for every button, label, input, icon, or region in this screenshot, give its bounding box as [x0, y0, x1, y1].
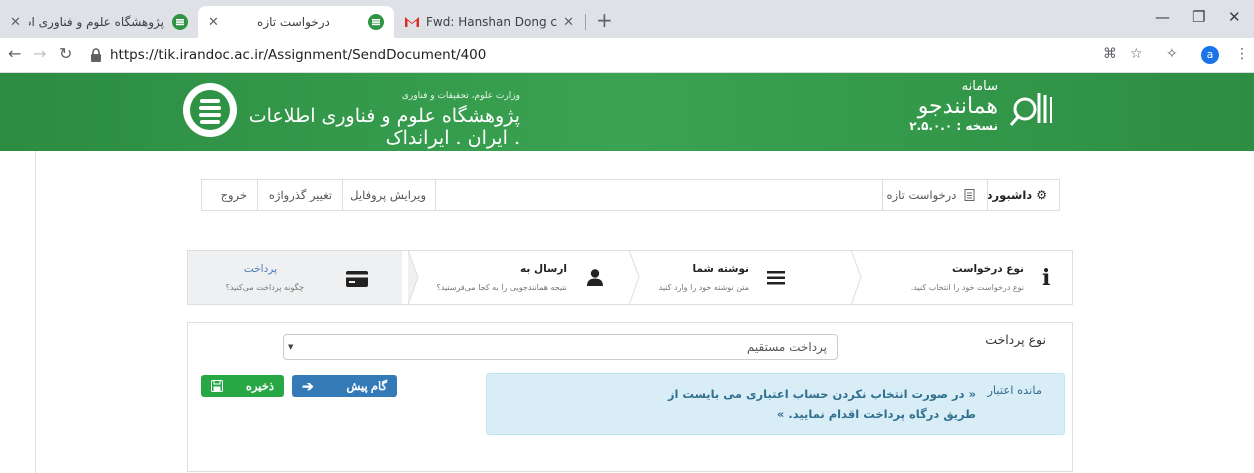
step-divider-chevron: [407, 250, 419, 305]
address-bar[interactable]: https://tik.irandoc.ac.ir/Assignment/Sen…: [90, 43, 486, 67]
next-step-label: گام پیش: [346, 381, 387, 393]
nav-edit-profile[interactable]: ویرایش پروفایل: [350, 180, 426, 210]
step-request-type[interactable]: i نوع درخواست نوع درخواست خود را انتخاب …: [852, 251, 1072, 304]
maximize-button[interactable]: ❐: [1192, 8, 1205, 26]
site-banner: وزارت علوم، تحقیقات و فناوری پژوهشگاه عل…: [0, 73, 1254, 151]
dropdown-arrow-icon: ▼: [288, 343, 294, 351]
tab-separator: [585, 14, 586, 30]
payment-type-label: نوع پرداخت: [985, 332, 1046, 347]
translate-icon[interactable]: ⌘: [1103, 46, 1117, 62]
step-title: نوع درخواست: [952, 263, 1024, 275]
dashboard-icon: ⚙: [1036, 188, 1047, 202]
floppy-disk-icon: [211, 380, 223, 392]
reload-icon[interactable]: ↻: [59, 44, 72, 63]
save-button[interactable]: ذخیره: [201, 375, 284, 397]
irandoc-favicon-icon: [368, 14, 384, 30]
nav-new-request-label: درخواست تازه: [886, 188, 957, 202]
save-label: ذخیره: [245, 381, 274, 393]
back-arrow-icon[interactable]: ←: [8, 44, 21, 63]
user-icon: [587, 269, 603, 286]
lock-icon: [91, 48, 101, 62]
step-title: پرداخت: [243, 263, 277, 275]
irandoc-favicon-icon: [172, 14, 188, 30]
gmail-icon: [405, 17, 419, 27]
step-description: نتیجه همانندجویی را به کجا می‌فرستید؟: [436, 283, 568, 292]
step-payment[interactable]: پرداخت چگونه پرداخت می‌کنید؟: [188, 251, 402, 304]
profile-avatar[interactable]: a: [1201, 46, 1219, 64]
browser-tab-gmail[interactable]: Fwd: Hanshan Dong confirmed a ✕: [394, 6, 584, 38]
nav-logout[interactable]: خروج: [221, 180, 247, 210]
ministry-text: وزارت علوم، تحقیقات و فناوری: [401, 91, 520, 101]
url-text: https://tik.irandoc.ac.ir/Assignment/Sen…: [110, 47, 487, 63]
close-tab-icon[interactable]: ✕: [208, 15, 219, 30]
step-send-to[interactable]: ارسال به نتیجه همانندجویی را به کجا می‌ف…: [409, 251, 627, 304]
menu-divider: [987, 180, 988, 210]
document-icon: [964, 189, 975, 201]
browser-tab-new-request[interactable]: درخواست تازه ✕: [198, 6, 394, 38]
tab-title: درخواست تازه: [257, 15, 330, 29]
institute-title: وزارت علوم، تحقیقات و فناوری پژوهشگاه عل…: [240, 91, 520, 149]
step-title: ارسال به: [520, 263, 567, 275]
lines-menu-icon: [767, 271, 785, 285]
browser-tab-irandoc[interactable]: پژوهشگاه علوم و فناوری اطلاعات | ✕: [0, 6, 198, 38]
hamanandjoo-logo-icon: [1009, 93, 1052, 126]
nav-change-password[interactable]: تغییر گذرواژه: [269, 180, 332, 210]
system-title: سامانه همانندجو نسخه : ۲.۵.۰.۰: [898, 79, 998, 133]
next-step-button[interactable]: گام پیش ➔: [292, 375, 397, 397]
browser-tab-bar: پژوهشگاه علوم و فناوری اطلاعات | ✕ درخوا…: [0, 0, 1254, 38]
close-tab-icon[interactable]: ✕: [10, 15, 21, 30]
payment-type-value: پرداخت مستقیم: [746, 340, 827, 354]
menu-divider: [435, 180, 436, 210]
credit-card-icon: [346, 271, 368, 287]
step-description: نوع درخواست خود را انتخاب کنید.: [910, 283, 1024, 292]
menu-divider: [257, 180, 258, 210]
nav-dashboard-label: داشبورد: [986, 188, 1033, 202]
page-left-border: [35, 151, 36, 473]
version-text: نسخه : ۲.۵.۰.۰: [909, 119, 998, 133]
close-window-button[interactable]: ✕: [1228, 8, 1241, 26]
minimize-button[interactable]: —: [1155, 8, 1170, 26]
extension-icon[interactable]: ✧: [1166, 46, 1178, 62]
institute-name: پژوهشگاه علوم و فناوری اطلاعات ایران . ا…: [248, 105, 520, 149]
alert-text: « در صورت انتخاب نکردن حساب اعتباری می ب…: [667, 387, 976, 421]
payment-type-select[interactable]: پرداخت مستقیم ▼: [283, 334, 838, 360]
nav-new-request[interactable]: درخواست تازه: [887, 180, 975, 210]
wizard-steps: i نوع درخواست نوع درخواست خود را انتخاب …: [187, 250, 1073, 305]
new-tab-button[interactable]: +: [596, 8, 613, 32]
system-name: همانندجو: [917, 94, 998, 119]
step-description: متن نوشته خود را وارد کنید: [658, 283, 749, 292]
menu-divider: [882, 180, 883, 210]
info-icon: i: [1042, 265, 1051, 291]
credit-balance-label: مانده اعتبار: [987, 383, 1042, 397]
close-tab-icon[interactable]: ✕: [563, 15, 574, 30]
step-description: چگونه پرداخت می‌کنید؟: [225, 283, 304, 292]
irandoc-logo-icon[interactable]: [183, 83, 237, 137]
tab-title: پژوهشگاه علوم و فناوری اطلاعات |: [29, 15, 164, 29]
arrow-right-icon: ➔: [302, 377, 314, 394]
step-your-text[interactable]: نوشته شما متن نوشته خود را وارد کنید: [631, 251, 849, 304]
menu-dots-icon[interactable]: ⋮: [1235, 46, 1249, 62]
forward-arrow-icon[interactable]: →: [33, 44, 46, 63]
browser-toolbar: ← → ↻ https://tik.irandoc.ac.ir/Assignme…: [0, 38, 1254, 73]
main-nav-menu: ⚙ داشبورد درخواست تازه ویرایش پروفایل تغ…: [201, 179, 1060, 211]
nav-dashboard[interactable]: ⚙ داشبورد: [987, 180, 1047, 210]
step-title: نوشته شما: [692, 263, 749, 275]
tab-title: Fwd: Hanshan Dong confirmed a: [426, 15, 558, 29]
menu-divider: [342, 180, 343, 210]
bookmark-star-icon[interactable]: ☆: [1130, 46, 1143, 62]
system-label: سامانه: [961, 79, 998, 94]
